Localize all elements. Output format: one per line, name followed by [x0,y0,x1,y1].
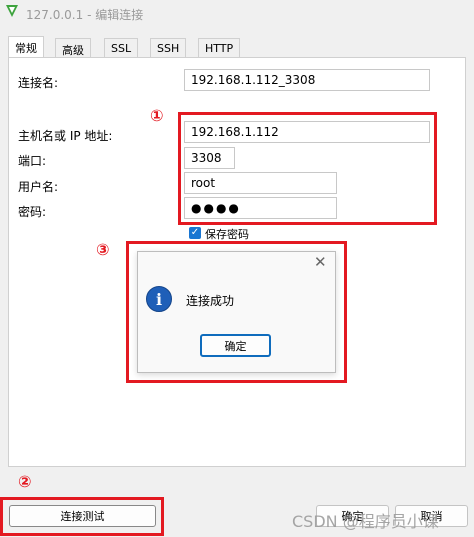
conn-name-input[interactable]: 192.168.1.112_3308 [184,69,430,91]
navicat-app-icon [6,5,18,17]
host-label: 主机名或 IP 地址: [18,129,113,143]
annotation-number-2: ② [18,472,32,491]
test-connection-button[interactable]: 连接测试 [9,505,156,527]
username-label: 用户名: [18,180,59,194]
tab-ssh[interactable]: SSH [150,38,187,58]
tab-advanced[interactable]: 高级 [55,38,91,58]
window-title: 127.0.0.1 - 编辑连接 [26,8,144,22]
annotation-box-3 [126,241,347,383]
tab-general[interactable]: 常规 [8,36,44,58]
annotation-number-3: ③ [96,240,110,259]
annotation-box-1 [178,112,437,225]
save-password-label: 保存密码 [205,228,249,241]
port-label: 端口: [18,154,47,168]
conn-name-label: 连接名: [18,76,59,90]
csdn-watermark: CSDN @程序员小课 [292,512,439,531]
annotation-number-1: ① [150,106,164,125]
tab-http[interactable]: HTTP [198,38,241,58]
save-password-checkbox[interactable]: ✓ [189,227,201,239]
tab-ssl[interactable]: SSL [104,38,139,58]
password-label: 密码: [18,205,47,219]
